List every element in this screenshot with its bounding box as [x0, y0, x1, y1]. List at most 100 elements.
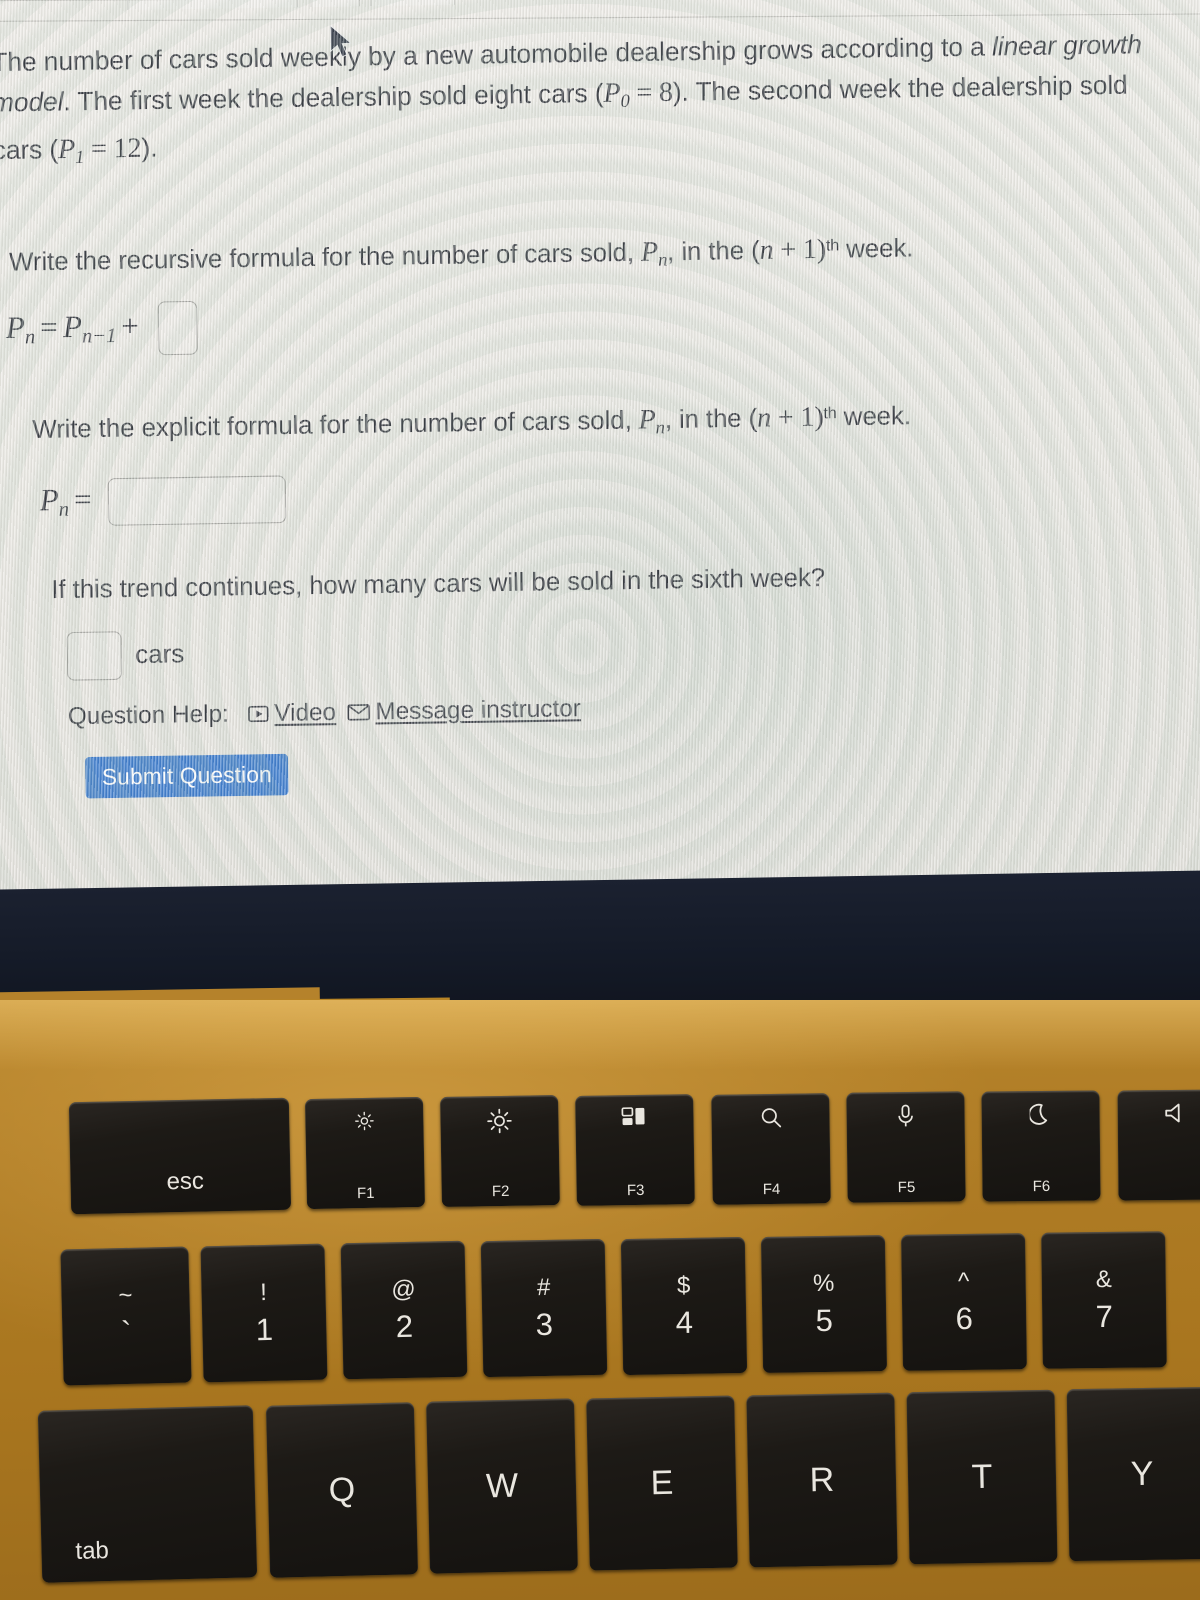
laptop-screen: The number of cars sold weekly by a new … [0, 0, 1200, 938]
key-f5-label: F5 [897, 1178, 916, 1197]
submit-question-button[interactable]: Submit Question [85, 753, 289, 799]
brightness-up-icon [440, 1107, 558, 1135]
key-f6-label: F6 [1032, 1177, 1051, 1196]
key-2-top: @ [391, 1275, 417, 1304]
browser-tab-3[interactable] [369, 0, 456, 7]
explicit-answer-input[interactable] [107, 475, 287, 526]
key-q[interactable]: Q [265, 1402, 419, 1578]
key-f4-label: F4 [762, 1180, 781, 1199]
problem-text-part-1: The number of cars sold weekly by a new … [0, 32, 993, 78]
mission-control-icon [575, 1106, 693, 1128]
explicit-prompt-text-a: Write the explicit formula for the numbe… [32, 405, 639, 445]
play-icon [248, 705, 270, 722]
cars-unit-label: cars [135, 639, 185, 670]
key-1-top: ! [259, 1278, 268, 1307]
var-n-recursive: n [759, 233, 774, 266]
problem-statement: The number of cars sold weekly by a new … [0, 25, 1178, 178]
key-w-label: W [485, 1466, 519, 1505]
key-3[interactable]: # 3 [480, 1238, 608, 1378]
key-f1-label: F1 [356, 1184, 375, 1203]
key-y[interactable]: Y [1066, 1386, 1200, 1562]
key-f5[interactable]: F5 [846, 1091, 966, 1203]
key-5-bottom: 5 [815, 1302, 834, 1339]
key-f4[interactable]: F4 [711, 1093, 831, 1205]
key-f3[interactable]: F3 [575, 1094, 695, 1206]
recursive-formula-row: Pn = Pn−1 + [5, 300, 198, 358]
key-tab[interactable]: tab [37, 1405, 258, 1583]
key-2[interactable]: @ 2 [340, 1240, 468, 1380]
key-f2-label: F2 [491, 1182, 510, 1201]
key-3-top: # [536, 1273, 551, 1302]
key-7[interactable]: & 7 [1041, 1231, 1167, 1369]
message-instructor-link[interactable]: Message instructor [347, 694, 581, 726]
key-5[interactable]: % 5 [760, 1235, 888, 1373]
problem-text-part-2: . The first week the dealership sold eig… [63, 79, 604, 117]
recursive-question-prompt: Write the recursive formula for the numb… [9, 222, 1107, 289]
explicit-formula-label: Pn = [39, 482, 92, 522]
key-4-top: $ [676, 1271, 691, 1300]
key-tilde-bottom: ` [120, 1314, 132, 1351]
moon-icon [982, 1102, 1100, 1127]
explicit-prompt-text-c: + 1) [770, 400, 824, 433]
video-help-link[interactable]: Video [248, 698, 336, 727]
key-5-top: % [812, 1269, 835, 1298]
key-e-label: E [650, 1463, 674, 1502]
key-4-bottom: 4 [675, 1304, 694, 1341]
video-link-label: Video [274, 698, 337, 727]
explicit-formula-row: Pn = [39, 475, 287, 526]
var-n-explicit: n [756, 401, 772, 433]
key-6-top: ^ [957, 1267, 970, 1296]
key-tilde-backtick[interactable]: ~ ` [60, 1246, 192, 1386]
key-r[interactable]: R [746, 1392, 898, 1568]
var-p0: P0 = 8 [603, 76, 674, 111]
brightness-down-icon [305, 1109, 423, 1133]
key-6-bottom: 6 [955, 1300, 974, 1337]
key-w[interactable]: W [426, 1398, 578, 1574]
explicit-question-prompt: Write the explicit formula for the numbe… [32, 391, 1078, 457]
key-r-label: R [809, 1460, 835, 1499]
superscript-th-explicit: th [823, 404, 837, 423]
message-link-label: Message instructor [375, 694, 582, 725]
key-7-bottom: 7 [1095, 1298, 1114, 1335]
speaker-icon [1118, 1101, 1200, 1124]
key-4[interactable]: $ 4 [620, 1236, 748, 1376]
key-esc[interactable]: esc [68, 1097, 292, 1215]
browser-tab-1[interactable] [126, 0, 298, 11]
question-help-row: Question Help: Video Message instructor [68, 694, 581, 730]
explicit-prompt-text-b: , in the ( [664, 403, 758, 435]
chrome-divider-bottom [0, 13, 1200, 23]
key-e[interactable]: E [586, 1395, 738, 1571]
recursive-formula-label: Pn = Pn−1 + [5, 309, 140, 349]
var-p1: P1 = 12 [57, 131, 142, 168]
question-help-label: Question Help: [67, 699, 229, 730]
key-6[interactable]: ^ 6 [901, 1233, 1027, 1371]
key-f6[interactable]: F6 [981, 1090, 1101, 1202]
problem-text-part-4: ). [141, 133, 158, 163]
cars-answer-input[interactable] [66, 631, 123, 681]
key-f1[interactable]: F1 [304, 1096, 426, 1210]
recursive-prompt-text-c: + 1) [773, 232, 827, 265]
explicit-prompt-text-d: week. [836, 401, 912, 432]
key-y-label: Y [1130, 1454, 1154, 1493]
key-tilde-top: ~ [118, 1281, 133, 1310]
key-f7[interactable] [1117, 1089, 1200, 1201]
var-pn-recursive: Pn [640, 235, 668, 270]
key-3-bottom: 3 [535, 1306, 554, 1343]
key-7-top: & [1095, 1265, 1112, 1294]
cars-answer-row: cars [66, 630, 185, 681]
recursive-prompt-text-d: week. [838, 233, 914, 264]
sixth-week-question-prompt: If this trend continues, how many cars w… [51, 563, 826, 605]
var-pn-explicit: Pn [638, 403, 665, 438]
key-t[interactable]: T [906, 1389, 1058, 1565]
key-2-bottom: 2 [395, 1308, 414, 1345]
key-f3-label: F3 [626, 1181, 645, 1200]
search-icon [711, 1105, 829, 1130]
envelope-icon [347, 703, 371, 721]
recursive-answer-input[interactable] [157, 300, 198, 356]
key-1[interactable]: ! 1 [200, 1243, 328, 1383]
microphone-icon [846, 1103, 964, 1128]
key-f2[interactable]: F2 [440, 1094, 560, 1208]
key-t-label: T [971, 1457, 993, 1496]
key-tab-label: tab [75, 1537, 110, 1565]
browser-tab-2[interactable] [309, 0, 361, 8]
